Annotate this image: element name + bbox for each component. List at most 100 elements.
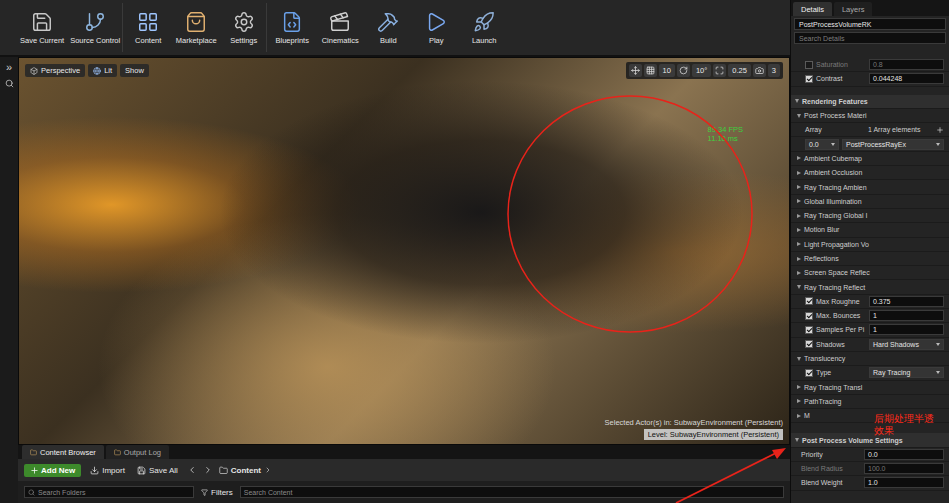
details-category[interactable]: Translucency xyxy=(791,352,949,366)
override-checkbox[interactable] xyxy=(805,340,813,348)
snap-toggle-icon[interactable] xyxy=(713,64,726,77)
override-checkbox[interactable] xyxy=(805,297,813,305)
property-value-field[interactable]: 1.0 xyxy=(864,477,944,488)
override-checkbox[interactable] xyxy=(805,326,813,334)
level-viewport[interactable]: PerspectiveLitShow1010°0.25389.34 FPS11.… xyxy=(18,57,790,445)
snap-value[interactable]: 0.25 xyxy=(728,64,751,77)
expand-arrow-icon[interactable] xyxy=(797,185,801,189)
main-toolbar: Save CurrentSource ControlContentMarketp… xyxy=(0,0,790,57)
path-breadcrumb[interactable]: Content xyxy=(219,466,272,475)
details-category[interactable]: PathTracing xyxy=(791,395,949,409)
property-row: Samples Per Pi1 xyxy=(791,323,949,337)
snap-value[interactable]: 10° xyxy=(692,64,711,77)
annotation-arrowhead-icon xyxy=(772,448,786,459)
view-mode-button[interactable]: Perspective xyxy=(25,64,85,77)
override-checkbox[interactable] xyxy=(805,369,813,377)
toolbar-button[interactable]: Source Control xyxy=(68,3,123,52)
tab-icon xyxy=(114,449,121,456)
expand-arrow-icon[interactable] xyxy=(797,114,801,118)
expand-arrow-icon[interactable] xyxy=(797,242,801,246)
details-category[interactable]: Ambient Cubemap xyxy=(791,152,949,166)
details-tab[interactable]: Details xyxy=(793,2,832,16)
forward-icon[interactable] xyxy=(203,465,213,475)
details-category[interactable]: Light Propagation Vo xyxy=(791,238,949,252)
expand-arrow-icon[interactable] xyxy=(795,99,799,103)
details-tab[interactable]: Layers xyxy=(834,2,873,16)
toolbar-button[interactable]: Cinematics xyxy=(317,3,363,52)
toolbar-button[interactable]: Settings xyxy=(221,3,267,52)
expand-arrow-icon[interactable] xyxy=(797,214,801,218)
details-category[interactable]: Ray Tracing Ambien xyxy=(791,180,949,194)
element-asset-field[interactable]: PostProcessRayEx xyxy=(842,139,944,150)
actor-name-field[interactable]: PostProcessVolumeRK xyxy=(794,18,946,30)
details-category[interactable]: Ray Tracing Transl xyxy=(791,381,949,395)
add-element-icon[interactable] xyxy=(936,126,944,134)
expand-arrow-icon[interactable] xyxy=(797,156,801,160)
details-section[interactable]: Rendering Features xyxy=(791,95,949,109)
snap-value[interactable]: 10 xyxy=(659,64,675,77)
expand-arrow-icon[interactable] xyxy=(797,257,801,261)
property-value-field[interactable]: 0.375 xyxy=(869,296,944,307)
import-button[interactable]: Import xyxy=(87,464,128,477)
expand-arrow-icon[interactable] xyxy=(797,399,801,403)
expand-arrow-icon[interactable] xyxy=(797,285,801,289)
toolbar-button[interactable]: Build xyxy=(365,3,411,52)
snap-toggle-icon[interactable] xyxy=(753,64,766,77)
details-search-field[interactable]: Search Details xyxy=(794,32,946,44)
property-value-field[interactable]: 1 xyxy=(869,310,944,321)
override-checkbox[interactable] xyxy=(805,75,813,83)
expand-panel-button[interactable]: » xyxy=(6,61,12,73)
tab-icon xyxy=(30,449,37,456)
expand-arrow-icon[interactable] xyxy=(797,171,801,175)
back-icon[interactable] xyxy=(187,465,197,475)
details-category[interactable]: Post Process Materi xyxy=(791,109,949,123)
search-icon[interactable] xyxy=(5,79,14,88)
property-dropdown[interactable]: Ray Tracing xyxy=(869,367,944,378)
content-search-field[interactable]: Search Content xyxy=(240,486,784,498)
filters-button[interactable]: Filters xyxy=(198,486,236,499)
toolbar-button[interactable]: Launch xyxy=(461,3,507,52)
property-value-field[interactable]: 0.044248 xyxy=(869,73,944,84)
view-mode-button[interactable]: Show xyxy=(120,64,149,77)
browser-tab[interactable]: Content Browser xyxy=(22,445,104,459)
toolbar-button[interactable]: Save Current xyxy=(18,3,66,52)
snap-toggle-icon[interactable] xyxy=(677,64,690,77)
expand-arrow-icon[interactable] xyxy=(797,414,801,418)
property-dropdown[interactable]: Hard Shadows xyxy=(869,339,944,350)
property-value-field[interactable]: 0.0 xyxy=(864,449,944,460)
override-checkbox[interactable] xyxy=(805,312,813,320)
translate-icon[interactable] xyxy=(629,64,642,77)
property-value-field[interactable]: 1 xyxy=(869,324,944,335)
details-category[interactable]: Screen Space Reflec xyxy=(791,266,949,280)
details-category[interactable]: Ray Tracing Reflect xyxy=(791,280,949,294)
view-mode-button[interactable]: Lit xyxy=(88,64,117,77)
details-category[interactable]: M xyxy=(791,409,949,423)
expand-arrow-icon[interactable] xyxy=(797,228,801,232)
side-strip: » xyxy=(0,57,18,503)
expand-arrow-icon[interactable] xyxy=(795,438,799,442)
folder-search-field[interactable]: Search Folders xyxy=(24,486,194,498)
snap-toggle-icon[interactable] xyxy=(644,64,657,77)
toolbar-button[interactable]: Marketplace xyxy=(173,3,219,52)
details-category[interactable]: Global Illumination xyxy=(791,195,949,209)
details-section[interactable]: Post Process Volume Settings xyxy=(791,433,949,447)
content-browser: Content BrowserOutput Log Add New Import Sa… xyxy=(18,445,790,503)
toolbar-button[interactable]: Blueprints xyxy=(269,3,315,52)
add-new-button[interactable]: Add New xyxy=(24,464,81,477)
toolbar-button[interactable]: Play xyxy=(413,3,459,52)
details-category[interactable]: Motion Blur xyxy=(791,223,949,237)
expand-arrow-icon[interactable] xyxy=(797,271,801,275)
save-all-button[interactable]: Save All xyxy=(134,464,181,477)
details-category[interactable]: Ray Tracing Global I xyxy=(791,209,949,223)
details-category[interactable]: Ambient Occlusion xyxy=(791,166,949,180)
expand-arrow-icon[interactable] xyxy=(797,199,801,203)
details-tabs: DetailsLayers xyxy=(791,0,949,16)
expand-arrow-icon[interactable] xyxy=(797,357,801,361)
override-checkbox[interactable] xyxy=(805,61,813,69)
snap-value[interactable]: 3 xyxy=(768,64,780,77)
toolbar-button[interactable]: Content xyxy=(125,3,171,52)
expand-arrow-icon[interactable] xyxy=(797,385,801,389)
element-index-field[interactable]: 0.0 xyxy=(805,139,839,150)
details-category[interactable]: Reflections xyxy=(791,252,949,266)
browser-tab[interactable]: Output Log xyxy=(106,445,169,459)
